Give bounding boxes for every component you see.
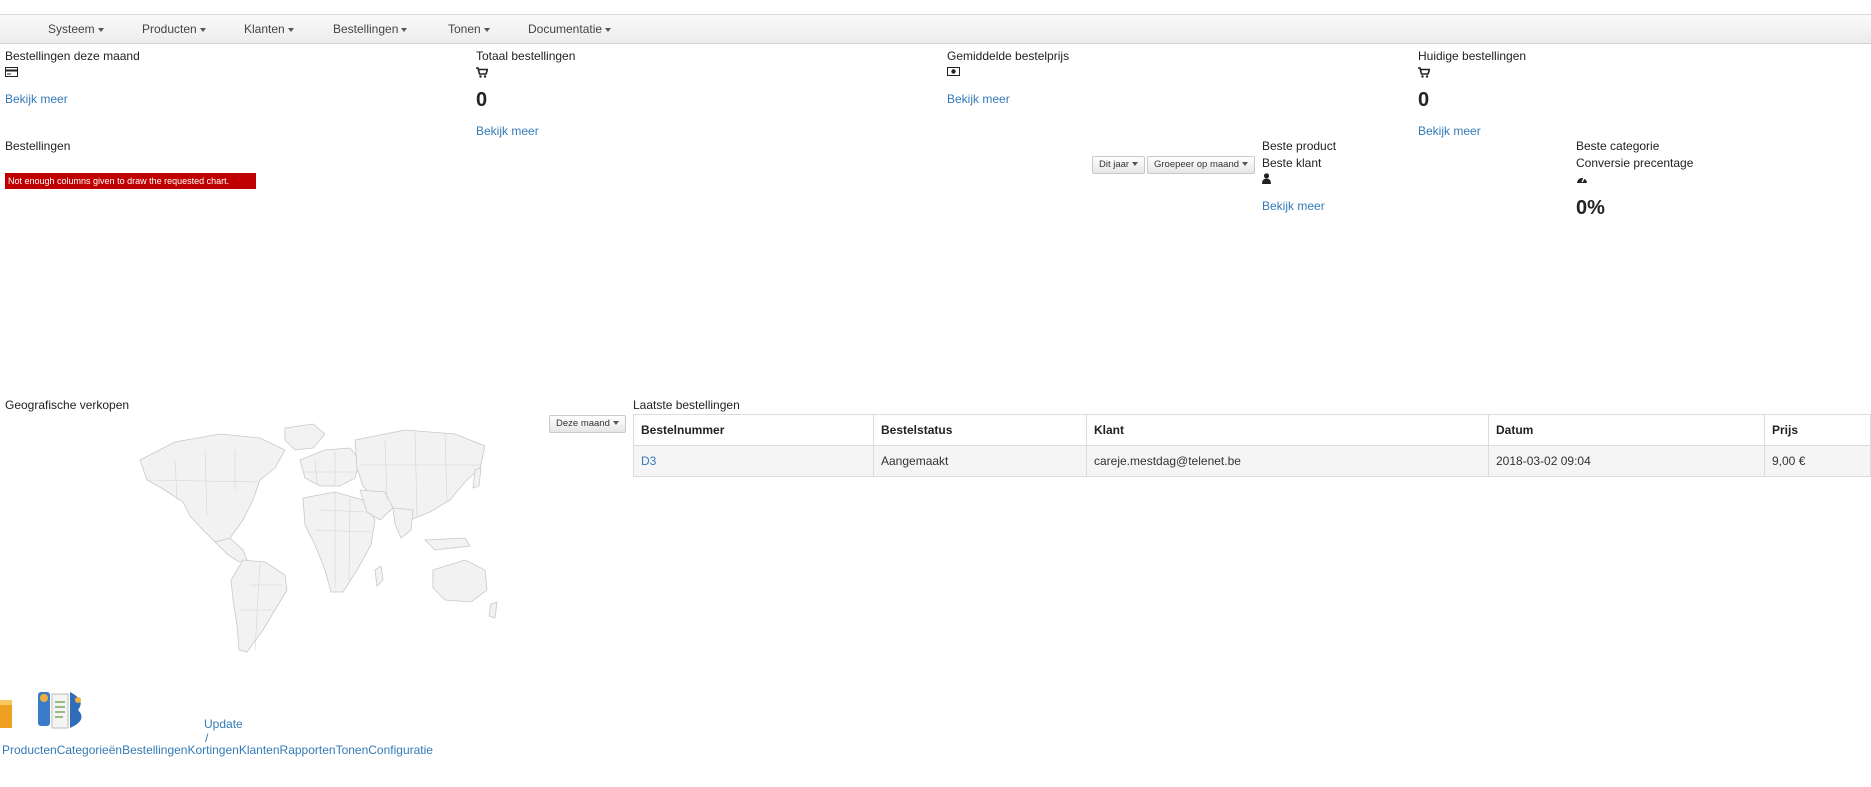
button-label: Dit jaar bbox=[1099, 159, 1130, 170]
money-icon bbox=[947, 67, 960, 76]
map-new-zealand bbox=[488, 601, 498, 619]
world-map bbox=[139, 423, 498, 653]
order-status-cell: Aangemaakt bbox=[873, 445, 1087, 477]
stat-orders-month-link[interactable]: Bekijk meer bbox=[5, 92, 68, 106]
conversion-value: 0% bbox=[1576, 197, 1605, 219]
dashboard-icon bbox=[1577, 177, 1587, 183]
update-link[interactable]: Update bbox=[204, 717, 243, 731]
button-label: Deze maand bbox=[556, 418, 610, 429]
order-number-link[interactable]: D3 bbox=[641, 454, 656, 468]
credit-card-icon bbox=[5, 67, 18, 77]
map-africa bbox=[302, 491, 376, 593]
caret-down-icon bbox=[287, 27, 294, 32]
latest-orders-table: Bestelnummer Bestelstatus Klant Datum Pr… bbox=[633, 414, 1871, 477]
map-europe bbox=[299, 447, 361, 487]
orders-chart-title: Bestellingen bbox=[5, 139, 71, 153]
best-category-title: Beste categorie bbox=[1576, 139, 1660, 153]
column-header[interactable]: Prijs bbox=[1764, 414, 1871, 446]
order-price-cell: 9,00 € bbox=[1764, 445, 1871, 477]
stat-current-orders-title: Huidige bestellingen bbox=[1418, 49, 1527, 63]
stat-avg-price-link[interactable]: Bekijk meer bbox=[947, 92, 1010, 106]
nav-documentatie[interactable]: Documentatie bbox=[528, 22, 612, 36]
nav-bestellingen[interactable]: Bestellingen bbox=[333, 22, 408, 36]
products-icon bbox=[0, 700, 12, 728]
caret-down-icon bbox=[401, 27, 408, 32]
shortcut-links-overlapping[interactable]: ProductenCategorieënBestellingenKortinge… bbox=[2, 743, 433, 757]
bottom-shortcut-icons bbox=[0, 692, 82, 729]
stat-current-orders-link[interactable]: Bekijk meer bbox=[1418, 124, 1481, 138]
table-row: D3 Aangemaakt careje.mestdag@telenet.be … bbox=[633, 445, 1871, 477]
order-number-cell: D3 bbox=[633, 445, 874, 477]
latest-orders-title: Laatste bestellingen bbox=[633, 398, 740, 412]
nav-label: Producten bbox=[142, 22, 197, 36]
nav-producten[interactable]: Producten bbox=[142, 22, 206, 36]
user-icon bbox=[1262, 173, 1271, 184]
caret-down-icon bbox=[1242, 162, 1249, 167]
button-label: Groepeer op maand bbox=[1154, 159, 1240, 170]
nav-label: Tonen bbox=[448, 22, 481, 36]
map-india bbox=[392, 507, 414, 539]
order-date-cell: 2018-03-02 09:04 bbox=[1488, 445, 1765, 477]
caret-down-icon bbox=[97, 27, 104, 32]
best-customer-title: Beste klant bbox=[1262, 156, 1322, 170]
period-dropdown-button[interactable]: Dit jaar bbox=[1092, 156, 1146, 174]
table-header-row: Bestelnummer Bestelstatus Klant Datum Pr… bbox=[633, 414, 1871, 446]
map-south-america bbox=[230, 559, 288, 653]
caret-down-icon bbox=[1132, 162, 1139, 167]
orders-document-icon bbox=[51, 693, 69, 729]
stat-current-orders-value: 0 bbox=[1418, 89, 1430, 111]
nav-klanten[interactable]: Klanten bbox=[244, 22, 294, 36]
stat-avg-price-title: Gemiddelde bestelprijs bbox=[947, 49, 1070, 63]
column-header[interactable]: Bestelstatus bbox=[873, 414, 1087, 446]
conversion-title: Conversie precentage bbox=[1576, 156, 1694, 170]
caret-down-icon bbox=[199, 27, 206, 32]
nav-label: Bestellingen bbox=[333, 22, 399, 36]
map-madagascar bbox=[374, 565, 384, 587]
nav-label: Klanten bbox=[244, 22, 285, 36]
map-greenland bbox=[284, 423, 326, 451]
stat-total-orders-link[interactable]: Bekijk meer bbox=[476, 124, 539, 138]
geo-sales-title: Geografische verkopen bbox=[5, 398, 130, 412]
column-header[interactable]: Klant bbox=[1086, 414, 1489, 446]
group-dropdown-button[interactable]: Groepeer op maand bbox=[1147, 156, 1256, 174]
stat-total-orders-value: 0 bbox=[476, 89, 488, 111]
map-indonesia bbox=[424, 537, 471, 551]
stat-total-orders-title: Totaal bestellingen bbox=[476, 49, 576, 63]
caret-down-icon bbox=[612, 421, 619, 426]
cart-icon bbox=[476, 67, 488, 78]
column-header[interactable]: Bestelnummer bbox=[633, 414, 874, 446]
caret-down-icon bbox=[483, 27, 490, 32]
caret-down-icon bbox=[605, 27, 612, 32]
map-north-america bbox=[139, 433, 286, 543]
nav-systeem[interactable]: Systeem bbox=[48, 22, 104, 36]
chart-error-message: Not enough columns given to draw the req… bbox=[5, 173, 256, 189]
nav-tonen[interactable]: Tonen bbox=[448, 22, 490, 36]
nav-label: Documentatie bbox=[528, 22, 603, 36]
map-australia bbox=[432, 559, 488, 603]
nav-label: Systeem bbox=[48, 22, 95, 36]
map-central-america bbox=[214, 537, 248, 563]
best-product-title: Beste product bbox=[1262, 139, 1337, 153]
cart-icon bbox=[1418, 67, 1430, 78]
categories-icon bbox=[38, 692, 50, 726]
column-header[interactable]: Datum bbox=[1488, 414, 1765, 446]
order-customer-cell: careje.mestdag@telenet.be bbox=[1086, 445, 1489, 477]
best-customer-link[interactable]: Bekijk meer bbox=[1262, 199, 1325, 213]
top-navbar: Systeem Producten Klanten Bestellingen T… bbox=[0, 14, 1871, 44]
geo-period-dropdown-button[interactable]: Deze maand bbox=[549, 415, 626, 433]
stat-orders-month-title: Bestellingen deze maand bbox=[5, 49, 140, 63]
discounts-icon bbox=[70, 692, 82, 728]
